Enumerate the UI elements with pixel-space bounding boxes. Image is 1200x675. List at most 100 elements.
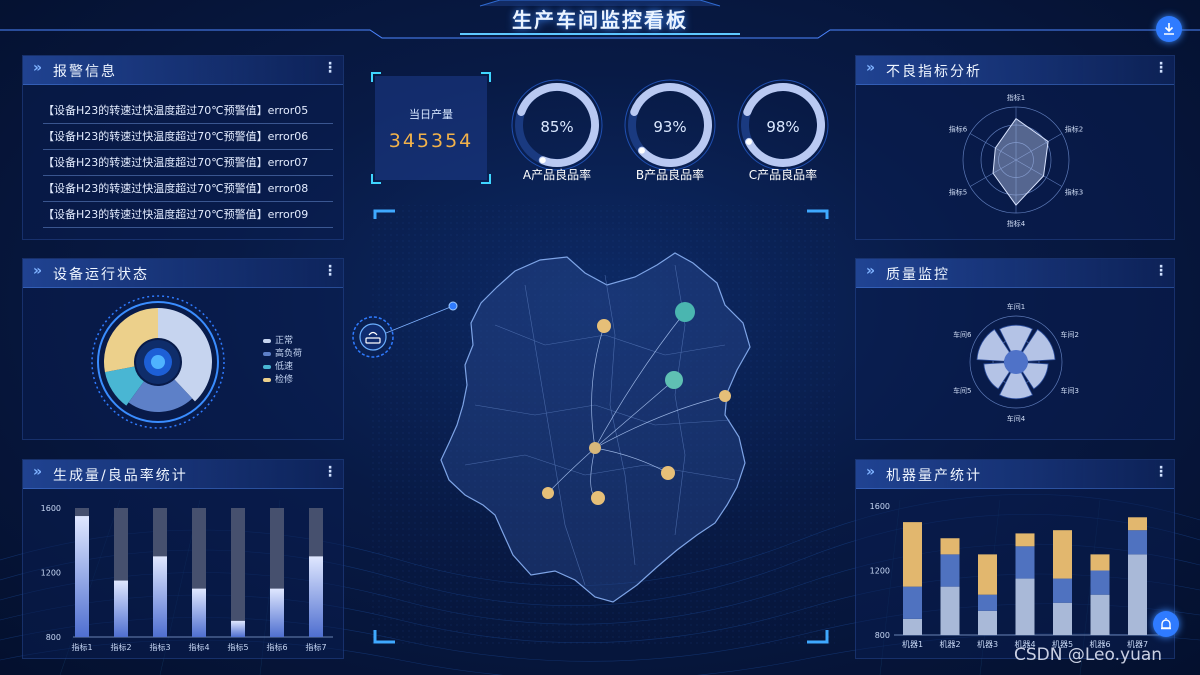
stacked-bar-segment[interactable] xyxy=(1128,517,1147,531)
page-title: 生产车间监控看板 xyxy=(512,8,688,32)
legend-item[interactable]: 正常 xyxy=(263,333,293,346)
map-marker[interactable] xyxy=(542,487,554,499)
chevron-double-icon: » xyxy=(866,60,876,76)
bar[interactable] xyxy=(114,580,128,637)
stacked-bar-segment[interactable] xyxy=(1015,578,1035,635)
bar[interactable] xyxy=(75,516,89,637)
device-status-panel: » 设备运行状态 ⋮ 正常 高负荷 低速 检修 xyxy=(22,258,344,440)
signal-dot xyxy=(448,301,458,311)
more-menu-icon[interactable]: ⋮ xyxy=(1154,60,1168,76)
x-tick-label: 指标7 xyxy=(305,642,326,652)
gauge-end-dot xyxy=(745,138,752,145)
stacked-bar-segment[interactable] xyxy=(940,554,960,587)
alarm-item[interactable]: 【设备H23的转速过快温度超过70℃预警值】error08 xyxy=(43,176,333,202)
stacked-bar-segment[interactable] xyxy=(940,586,960,635)
alarm-item[interactable]: 【设备H23的转速过快温度超过70℃预警值】error09 xyxy=(43,202,333,228)
alarm-item[interactable]: 【设备H23的转速过快温度超过70℃预警值】error05 xyxy=(43,98,333,124)
stacked-bar-segment[interactable] xyxy=(1015,533,1035,547)
production-header: » 生成量/良品率统计 ⋮ xyxy=(23,460,343,489)
x-tick-label: 指标3 xyxy=(149,642,170,652)
stacked-bar-segment[interactable] xyxy=(978,610,997,635)
map-marker[interactable] xyxy=(591,491,605,505)
defect-header: » 不良指标分析 ⋮ xyxy=(856,56,1174,85)
stacked-bar-segment[interactable] xyxy=(1090,570,1110,595)
polar-category-label: 车间4 xyxy=(1007,414,1026,423)
legend-label: 正常 xyxy=(275,336,294,346)
y-tick-label: 1600 xyxy=(870,502,890,511)
bar[interactable] xyxy=(231,620,245,637)
chevron-double-icon: » xyxy=(866,263,876,279)
stacked-bar-segment[interactable] xyxy=(1090,594,1110,635)
bar[interactable] xyxy=(309,556,323,637)
map-marker[interactable] xyxy=(675,302,695,322)
device-status-title: 设备运行状态 xyxy=(53,267,149,283)
stacked-bar-segment[interactable] xyxy=(1128,554,1147,635)
alarm-panel-title: 报警信息 xyxy=(53,64,117,80)
legend-swatch xyxy=(263,338,271,343)
polar-category-label: 车间1 xyxy=(1007,302,1025,311)
legend-item[interactable]: 低速 xyxy=(263,359,293,372)
stacked-bar-segment[interactable] xyxy=(1053,530,1072,579)
stacked-bar-segment[interactable] xyxy=(1053,602,1072,635)
machine-title: 机器量产统计 xyxy=(886,468,982,484)
more-menu-icon[interactable]: ⋮ xyxy=(1154,464,1168,480)
gauge-b: 93% B产品良品率 xyxy=(623,78,723,188)
quality-panel: » 质量监控 ⋮ 车间1 车间2 车间3 车间4 车间5 车间6 xyxy=(855,258,1175,440)
stacked-bar-segment[interactable] xyxy=(903,618,922,635)
gauge-end-dot xyxy=(638,147,645,154)
download-button[interactable] xyxy=(1156,16,1182,42)
more-menu-icon[interactable]: ⋮ xyxy=(323,263,337,279)
legend-item[interactable]: 检修 xyxy=(263,372,293,385)
alarm-bell-icon xyxy=(1161,618,1171,630)
legend-label: 检修 xyxy=(275,375,294,385)
watermark-text: CSDN @Leo.yuan xyxy=(1014,645,1163,665)
map-marker[interactable] xyxy=(665,371,683,389)
stacked-bar-segment[interactable] xyxy=(903,522,922,587)
map-marker[interactable] xyxy=(719,390,731,402)
production-title: 生成量/良品率统计 xyxy=(53,468,188,484)
legend-label: 低速 xyxy=(275,362,294,372)
alarm-item[interactable]: 【设备H23的转速过快温度超过70℃预警值】error07 xyxy=(43,150,333,176)
x-tick-label: 指标2 xyxy=(110,642,131,652)
stacked-bar-segment[interactable] xyxy=(1128,530,1147,555)
legend-swatch xyxy=(263,351,271,356)
bar[interactable] xyxy=(153,556,167,637)
gauge-percent: 98% xyxy=(766,118,800,136)
more-menu-icon[interactable]: ⋮ xyxy=(323,464,337,480)
more-menu-icon[interactable]: ⋮ xyxy=(323,60,337,76)
map-marker[interactable] xyxy=(597,319,611,333)
machine-panel: » 机器量产统计 ⋮ 1600 1200 800 机器1 机器2 机器3 机器4 机器5 机器6… xyxy=(855,459,1175,659)
alarm-button[interactable] xyxy=(1153,611,1179,637)
quality-title: 质量监控 xyxy=(886,267,950,283)
daily-output-card: 当日产量 345354 xyxy=(371,72,491,184)
stacked-bar-segment[interactable] xyxy=(940,538,960,555)
bar[interactable] xyxy=(270,588,284,637)
stacked-bar-segment[interactable] xyxy=(978,594,997,611)
frame-corner xyxy=(481,174,491,184)
x-tick-label: 指标4 xyxy=(188,642,209,652)
alarm-item[interactable]: 【设备H23的转速过快温度超过70℃预警值】error06 xyxy=(43,124,333,150)
more-menu-icon[interactable]: ⋮ xyxy=(1154,263,1168,279)
stacked-bar-segment[interactable] xyxy=(1053,578,1072,603)
map-marker[interactable] xyxy=(661,466,675,480)
frame-corner xyxy=(481,72,491,82)
map-marker[interactable] xyxy=(589,442,601,454)
gauge-label: A产品良品率 xyxy=(522,168,592,182)
device-status-donut xyxy=(91,295,225,429)
chevron-double-icon: » xyxy=(33,464,43,480)
y-tick-label: 1600 xyxy=(41,504,61,513)
stacked-bar-segment[interactable] xyxy=(903,586,922,619)
bar[interactable] xyxy=(192,588,206,637)
stacked-bar-segment[interactable] xyxy=(1090,554,1110,571)
router-marker[interactable] xyxy=(352,316,394,358)
stacked-bar-segment[interactable] xyxy=(1015,546,1035,579)
stacked-bar-segment[interactable] xyxy=(978,554,997,595)
frame-corner xyxy=(371,72,381,82)
radar-indicator-label: 指标2 xyxy=(1065,125,1083,134)
legend-item[interactable]: 高负荷 xyxy=(263,346,302,359)
defect-title: 不良指标分析 xyxy=(886,64,982,80)
radar-indicator-label: 指标4 xyxy=(1007,219,1026,228)
x-tick-label: 指标1 xyxy=(71,642,92,652)
donut-core-dot xyxy=(151,355,165,369)
gauge-percent: 93% xyxy=(653,118,687,136)
